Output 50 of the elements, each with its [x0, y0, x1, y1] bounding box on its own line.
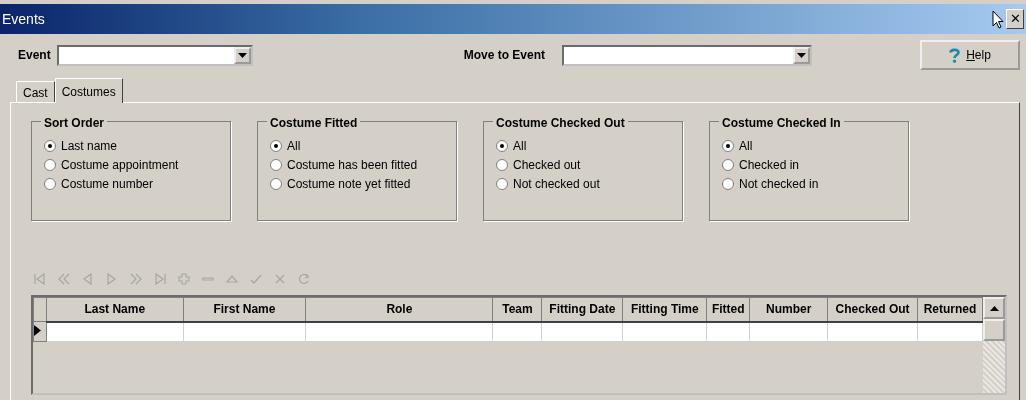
dropdown-arrow-icon[interactable] [237, 52, 247, 58]
help-button[interactable]: Help [920, 40, 1020, 70]
help-icon [949, 47, 961, 63]
field-label: Move to Event [463, 47, 546, 64]
scroll-up-arrow-icon[interactable] [989, 305, 999, 311]
option-label: Costume appointment [61, 156, 179, 174]
option-label: Checked in [739, 156, 800, 174]
option-label: Costume has been fitted [287, 156, 418, 174]
radio-button[interactable] [496, 177, 508, 190]
radio-button[interactable] [270, 177, 282, 190]
tab[interactable]: Cast [16, 81, 55, 102]
window-title: Events [2, 9, 46, 29]
column-header[interactable]: First Name [183, 297, 306, 322]
column-header[interactable]: Number [749, 297, 828, 322]
scroll-thumb[interactable] [983, 319, 1005, 341]
radio-button[interactable] [722, 139, 734, 152]
option-label: All [513, 137, 527, 155]
column-header[interactable]: Checked Out [827, 297, 918, 322]
radio-button[interactable] [722, 158, 734, 171]
dropdown-arrow-icon[interactable] [797, 52, 807, 58]
radio-button[interactable] [44, 177, 56, 190]
radio-button[interactable] [496, 139, 508, 152]
option-label: Not checked out [513, 175, 600, 193]
column-header[interactable]: Role [305, 297, 493, 322]
option-label: Not checked in [739, 175, 819, 193]
move-to-event-dropdown[interactable] [562, 44, 813, 66]
column-header[interactable]: Team [492, 297, 542, 322]
radio-button[interactable] [44, 158, 56, 171]
option-label: All [287, 137, 301, 155]
tab[interactable]: Costumes [54, 78, 123, 103]
close-button[interactable]: ✕ [1006, 9, 1024, 29]
column-header[interactable]: Fitting Date [541, 297, 623, 322]
radio-button[interactable] [496, 158, 508, 171]
option-label: Last name [61, 137, 118, 155]
mouse-pointer-icon [992, 9, 1004, 29]
column-header[interactable]: Returned [917, 297, 983, 322]
column-header[interactable]: Last Name [46, 297, 184, 322]
radio-button[interactable] [44, 139, 56, 152]
column-header[interactable]: Fitting Time [622, 297, 707, 322]
radio-button[interactable] [722, 177, 734, 190]
option-label: Checked out [513, 156, 581, 174]
option-label: Costume number [61, 175, 154, 193]
event-dropdown[interactable] [56, 44, 253, 66]
radio-button[interactable] [270, 139, 282, 152]
field-label: Event [18, 47, 51, 64]
option-label: Costume note yet fitted [287, 175, 411, 193]
option-label: All [739, 137, 753, 155]
column-header[interactable]: Fitted [706, 297, 750, 322]
scrollbar[interactable] [983, 297, 1005, 393]
radio-button[interactable] [270, 158, 282, 171]
